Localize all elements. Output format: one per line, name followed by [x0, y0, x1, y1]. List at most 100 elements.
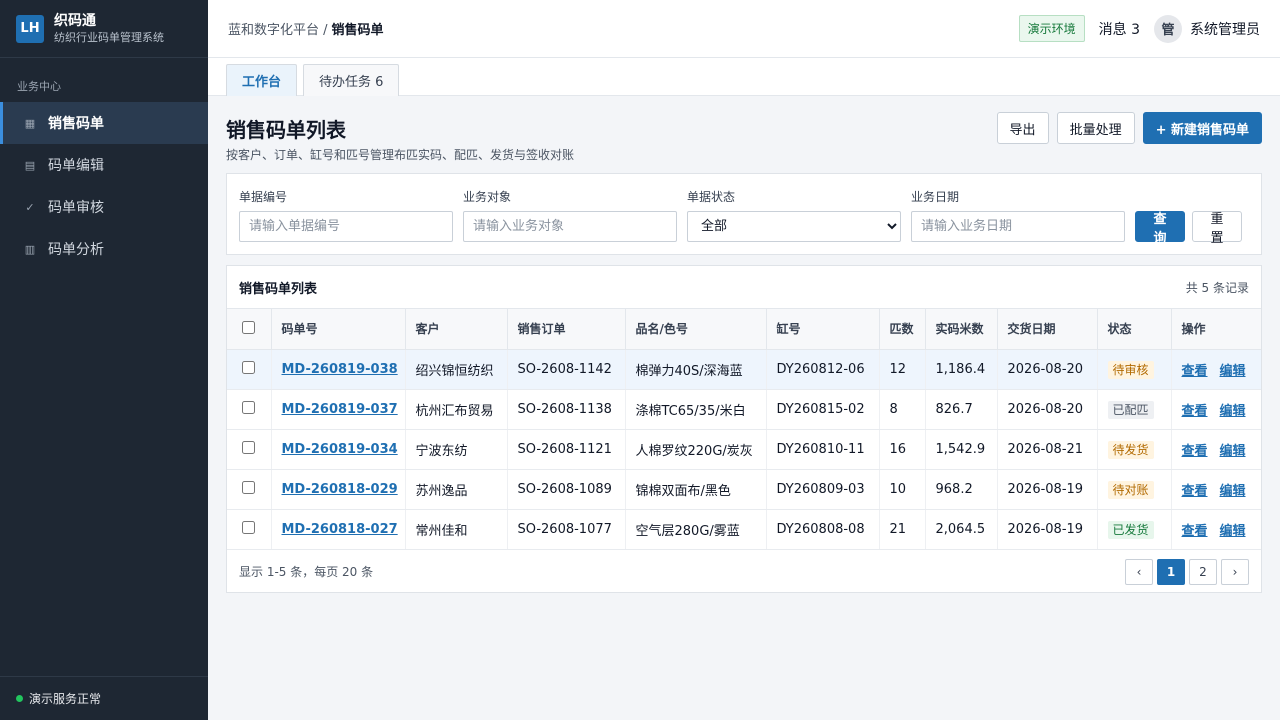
status-cell: 待对账 [1097, 469, 1172, 510]
table-row: MD-260818-027 常州佳和 SO-2608-1077 空气层280G/雾蓝 D… [227, 509, 1261, 550]
breadcrumb-parent[interactable]: 蓝和数字化平台 / [228, 23, 328, 38]
status-badge: 已发货 [1107, 520, 1154, 539]
product-cell: 锦棉双面布/黑色 [625, 469, 767, 510]
tab-2[interactable]: 待办任务 6 [303, 64, 400, 96]
sidebar-item-2[interactable]: ▤ 码单编辑 [0, 144, 208, 186]
slip-code-link[interactable]: MD-260819-037 [282, 402, 398, 417]
code-filter-input[interactable] [239, 211, 453, 242]
date-cell: 2026-08-20 [997, 349, 1098, 390]
date-cell: 2026-08-19 [997, 469, 1098, 510]
list-title: 销售码单列表 [239, 281, 318, 297]
sidebar-item-1[interactable]: ▦ 销售码单 [0, 102, 208, 144]
table-row: MD-260819-038 绍兴锦恒纺织 SO-2608-1142 棉弹力40S/深海… [227, 349, 1261, 390]
reset-button[interactable]: 重置 [1192, 211, 1242, 246]
sidebar-item-label: 码单审核 [48, 200, 104, 216]
prev-page-button[interactable]: ‹ [1125, 558, 1153, 585]
avatar[interactable]: 管 [1154, 14, 1182, 43]
edit-link[interactable]: 编辑 [1220, 484, 1246, 499]
edit-link[interactable]: 编辑 [1220, 404, 1246, 419]
slip-code-link[interactable]: MD-260819-034 [282, 442, 398, 457]
slip-code-link[interactable]: MD-260818-027 [282, 522, 398, 537]
batch-process-button[interactable]: 批量处理 [1056, 112, 1135, 144]
row-select-cell [227, 469, 272, 510]
status-cell: 待发货 [1097, 429, 1172, 470]
code-cell: MD-260818-027 [271, 509, 406, 550]
customer-cell: 常州佳和 [405, 509, 508, 550]
record-count: 共 5 条记录 [1185, 280, 1249, 295]
main-content: 销售码单列表 按客户、订单、缸号和匹号管理布匹实码、配匹、发货与签收对账 导出 … [226, 96, 1262, 593]
brand: LH 织码通 纺织行业码单管理系统 [0, 0, 208, 58]
messages-link[interactable]: 消息 3 [1099, 19, 1140, 39]
row-select-cell [227, 389, 272, 430]
column-header: 交货日期 [997, 309, 1098, 350]
pieces-cell: 16 [879, 429, 926, 470]
page-button-2[interactable]: 2 [1189, 558, 1217, 585]
status-badge: 待发货 [1107, 440, 1154, 459]
target-filter-label: 业务对象 [463, 190, 512, 204]
column-header: 实码米数 [925, 309, 998, 350]
sidebar-item-4[interactable]: ▥ 码单分析 [0, 228, 208, 270]
page-description: 按客户、订单、缸号和匹号管理布匹实码、配匹、发货与签收对账 [226, 148, 575, 162]
env-badge: 演示环境 [1018, 15, 1085, 42]
operation-cell: 查看 编辑 [1171, 509, 1261, 550]
operation-cell: 查看 编辑 [1171, 469, 1261, 510]
code-cell: MD-260818-029 [271, 469, 406, 510]
date-filter-input[interactable] [911, 211, 1125, 242]
row-checkbox[interactable] [242, 480, 256, 494]
batch-cell: DY260812-06 [766, 349, 880, 390]
meters-cell: 2,064.5 [925, 509, 998, 550]
edit-list-icon: ▤ [24, 158, 36, 172]
edit-link[interactable]: 编辑 [1220, 444, 1246, 459]
row-checkbox[interactable] [242, 360, 256, 374]
slip-code-link[interactable]: MD-260819-038 [282, 362, 398, 377]
tab-1[interactable]: 工作台 [226, 64, 298, 96]
status-filter-label: 单据状态 [687, 190, 736, 204]
export-button[interactable]: 导出 [996, 112, 1049, 144]
next-page-button[interactable]: › [1221, 558, 1249, 585]
slip-code-link[interactable]: MD-260818-029 [282, 482, 398, 497]
target-filter-input[interactable] [463, 211, 677, 242]
column-header: 销售订单 [507, 309, 626, 350]
customer-cell: 绍兴锦恒纺织 [405, 349, 508, 390]
status-badge: 待对账 [1107, 480, 1154, 499]
sidebar-item-3[interactable]: ✓ 码单审核 [0, 186, 208, 228]
column-header: 状态 [1097, 309, 1172, 350]
date-cell: 2026-08-19 [997, 509, 1098, 550]
page-button-1[interactable]: 1 [1157, 558, 1185, 585]
sidebar-item-label: 码单编辑 [48, 158, 104, 174]
batch-cell: DY260815-02 [766, 389, 880, 430]
operation-cell: 查看 编辑 [1171, 389, 1261, 430]
column-header: 匹数 [879, 309, 926, 350]
row-checkbox[interactable] [242, 520, 256, 534]
operation-cell: 查看 编辑 [1171, 349, 1261, 390]
select-all-checkbox[interactable] [242, 320, 256, 334]
query-button[interactable]: 查询 [1135, 211, 1185, 246]
row-checkbox[interactable] [242, 400, 256, 414]
view-link[interactable]: 查看 [1182, 404, 1208, 419]
edit-link[interactable]: 编辑 [1220, 524, 1246, 539]
status-badge: 已配匹 [1107, 400, 1154, 419]
pieces-cell: 8 [879, 389, 926, 430]
code-cell: MD-260819-038 [271, 349, 406, 390]
view-link[interactable]: 查看 [1182, 484, 1208, 499]
product-cell: 涤棉TC65/35/米白 [625, 389, 767, 430]
new-sales-slip-button[interactable]: + 新建销售码单 [1142, 112, 1262, 144]
row-checkbox[interactable] [242, 440, 256, 454]
view-link[interactable]: 查看 [1182, 524, 1208, 539]
status-cell: 待审核 [1097, 349, 1172, 390]
check-icon: ✓ [25, 200, 35, 214]
top-header: 蓝和数字化平台 / 销售码单 演示环境 消息 3 管 系统管理员 [208, 0, 1280, 58]
edit-link[interactable]: 编辑 [1220, 364, 1246, 379]
view-link[interactable]: 查看 [1182, 444, 1208, 459]
order-cell: SO-2608-1142 [507, 349, 626, 390]
product-cell: 棉弹力40S/深海蓝 [625, 349, 767, 390]
product-cell: 人棉罗纹220G/炭灰 [625, 429, 767, 470]
view-link[interactable]: 查看 [1182, 364, 1208, 379]
status-filter-select[interactable]: 全部 [687, 211, 901, 242]
status-cell: 已配匹 [1097, 389, 1172, 430]
chart-icon: ▥ [24, 242, 36, 256]
batch-cell: DY260808-08 [766, 509, 880, 550]
user-name[interactable]: 系统管理员 [1190, 19, 1260, 39]
sidebar: LH 织码通 纺织行业码单管理系统 业务中心 ▦ 销售码单 ▤ 码单编辑 ✓ 码单审核 ▥ 码… [0, 0, 208, 720]
customer-cell: 杭州汇布贸易 [405, 389, 508, 430]
